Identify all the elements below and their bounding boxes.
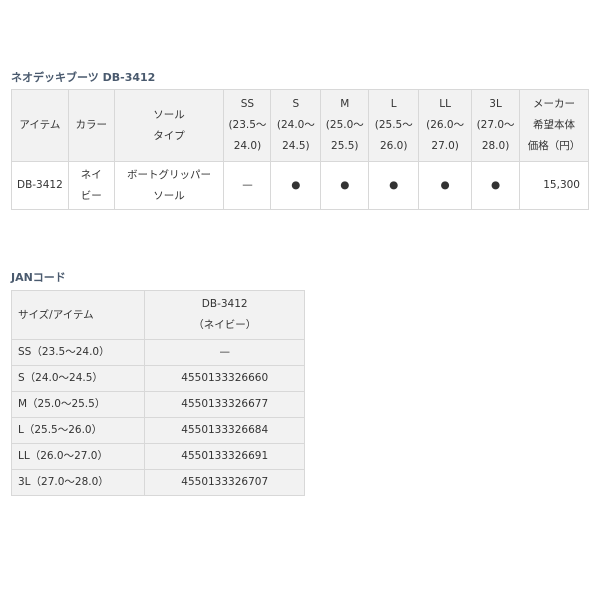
size-label: L	[390, 98, 397, 110]
jan-code-table: サイズ/アイテム DB-3412 （ネイビー） SS（23.5～24.0） — …	[10, 290, 305, 496]
size-label: SS	[240, 98, 255, 110]
jan-header-row: サイズ/アイテム DB-3412 （ネイビー）	[10, 290, 305, 340]
size-range-b: 24.5)	[282, 140, 310, 152]
jan-code-cell: 4550133326707	[144, 469, 305, 496]
jan-code-cell: 4550133326684	[144, 417, 305, 444]
table-row: L（25.5～26.0） 4550133326684	[10, 417, 305, 444]
header-size-ss: SS (23.5～ 24.0)	[223, 89, 272, 162]
header-price-line2: 希望本体	[533, 119, 576, 131]
size-label: LL	[439, 98, 451, 110]
jan-size-cell: M（25.0～25.5）	[10, 391, 146, 418]
jan-size-cell: L（25.5～26.0）	[10, 417, 146, 444]
cell-color: ネイ ビー	[67, 161, 115, 210]
availability-l: ●	[368, 161, 420, 210]
cell-sole-type-line1: ボートグリッパー	[127, 168, 212, 181]
header-size-m: M (25.0～ 25.5)	[320, 89, 370, 162]
size-range-b: 26.0)	[379, 140, 408, 152]
jan-header-size: サイズ/アイテム	[10, 290, 146, 340]
table-row: S（24.0～24.5） 4550133326660	[10, 365, 305, 392]
size-range-b: 28.0)	[481, 140, 510, 152]
jan-code-cell: 4550133326691	[144, 443, 305, 470]
jan-section-title: JANコード	[11, 271, 66, 284]
header-sole-type: ソール タイプ	[113, 89, 225, 162]
availability-s: ●	[270, 161, 322, 210]
spec-header-row: アイテム カラー ソール タイプ SS (23.5～ 24.0) S (24.0…	[11, 89, 589, 162]
table-row: SS（23.5～24.0） —	[10, 339, 305, 366]
header-item: アイテム	[11, 89, 69, 162]
jan-code-cell: 4550133326660	[144, 365, 305, 392]
jan-size-cell: LL（26.0～27.0）	[10, 443, 146, 470]
cell-item: DB-3412	[11, 161, 69, 210]
size-label: 3L	[489, 98, 502, 110]
product-section-title: ネオデッキブーツ DB-3412	[11, 71, 156, 84]
header-price-line3: 価格（円）	[527, 140, 581, 152]
cell-sole-type-line2: ソール	[153, 189, 185, 202]
header-size-l: L (25.5～ 26.0)	[368, 89, 420, 162]
size-range-a: (27.0～	[476, 119, 515, 131]
header-color: カラー	[67, 89, 115, 162]
cell-color-line2: ビー	[80, 189, 102, 202]
product-spec-table: アイテム カラー ソール タイプ SS (23.5～ 24.0) S (24.0…	[11, 89, 589, 210]
header-price-line1: メーカー	[533, 98, 576, 110]
availability-m: ●	[320, 161, 370, 210]
jan-header-item-line2: （ネイビー）	[193, 319, 257, 331]
jan-code-cell: —	[144, 339, 305, 366]
size-range-b: 24.0)	[233, 140, 262, 152]
header-sole-type-line1: ソール	[153, 108, 185, 121]
size-range-b: 25.5)	[331, 140, 359, 152]
size-label: S	[292, 98, 300, 110]
size-range-a: (26.0～	[426, 119, 465, 131]
availability-ss: —	[223, 161, 272, 210]
cell-color-line1: ネイ	[80, 168, 102, 181]
size-label: M	[340, 98, 350, 110]
table-row: M（25.0～25.5） 4550133326677	[10, 391, 305, 418]
jan-size-cell: SS（23.5～24.0）	[10, 339, 146, 366]
jan-header-item-line1: DB-3412	[201, 298, 248, 310]
table-row: LL（26.0～27.0） 4550133326691	[10, 443, 305, 470]
header-sole-type-line2: タイプ	[153, 129, 185, 142]
availability-3l: ●	[471, 161, 521, 210]
cell-price: 15,300	[519, 161, 589, 210]
size-range-b: 27.0)	[431, 140, 459, 152]
jan-code-cell: 4550133326677	[144, 391, 305, 418]
availability-ll: ●	[418, 161, 473, 210]
size-range-a: (23.5～	[228, 119, 267, 131]
cell-sole-type: ボートグリッパー ソール	[113, 161, 225, 210]
header-size-s: S (24.0～ 24.5)	[270, 89, 322, 162]
size-range-a: (24.0～	[276, 119, 315, 131]
spec-data-row: DB-3412 ネイ ビー ボートグリッパー ソール — ● ● ● ● ● 1…	[11, 161, 589, 210]
size-range-a: (25.5～	[374, 119, 413, 131]
jan-size-cell: 3L（27.0～28.0）	[10, 469, 146, 496]
size-range-a: (25.0～	[325, 119, 364, 131]
header-price: メーカー 希望本体 価格（円）	[519, 89, 589, 162]
jan-size-cell: S（24.0～24.5）	[10, 365, 146, 392]
header-size-ll: LL (26.0～ 27.0)	[418, 89, 473, 162]
header-size-3l: 3L (27.0～ 28.0)	[471, 89, 521, 162]
jan-header-item: DB-3412 （ネイビー）	[144, 290, 305, 340]
table-row: 3L（27.0～28.0） 4550133326707	[10, 469, 305, 496]
